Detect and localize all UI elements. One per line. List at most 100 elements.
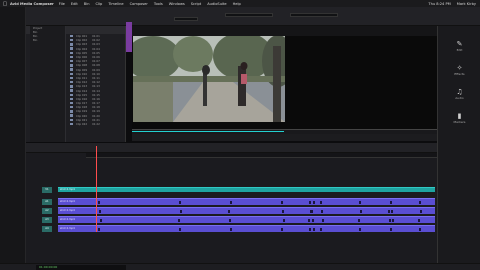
track-label-v1[interactable]: V1 xyxy=(42,187,52,193)
clip-icon xyxy=(70,93,73,96)
track-label-a2[interactable]: A2 xyxy=(42,208,52,214)
right-panel: ✎ Edit ✧ Effects ♫ Audio ▮ Markers xyxy=(437,26,480,270)
clip-icon xyxy=(70,72,73,75)
status-timecode: 01:00:00:00 xyxy=(36,265,126,270)
audio-icon: ♫ xyxy=(456,88,463,96)
waveform-mark xyxy=(178,219,180,222)
clip-icon xyxy=(70,114,73,117)
audio-track-clip[interactable]: shot 4.mp4 xyxy=(58,216,435,223)
audio-track-clip[interactable]: shot 4.mp4 xyxy=(58,225,435,232)
waveform-mark xyxy=(359,228,361,231)
waveform-mark xyxy=(321,210,323,213)
clip-icon xyxy=(70,60,73,63)
menu-composer[interactable]: Composer xyxy=(130,2,148,6)
effects-tool[interactable]: ✧ Effects xyxy=(438,64,480,76)
status-bar: 01:00:00:00 xyxy=(0,263,480,270)
waveform-mark xyxy=(179,201,181,204)
waveform-mark xyxy=(283,219,285,222)
waveform-mark xyxy=(419,201,421,204)
clip-icon xyxy=(70,110,73,113)
waveform-mark xyxy=(388,210,390,213)
clip-icon xyxy=(70,68,73,71)
waveform-mark xyxy=(308,219,310,222)
waveform-mark xyxy=(309,201,311,204)
timeline-playhead[interactable] xyxy=(96,146,97,232)
transport-controls[interactable] xyxy=(132,134,437,141)
waveform-mark xyxy=(281,228,283,231)
clip-icon xyxy=(70,122,73,126)
menu-bin[interactable]: Bin xyxy=(84,2,90,6)
audio-track-clip[interactable]: shot 4.mp4 xyxy=(58,207,435,214)
track-label-a4[interactable]: A4 xyxy=(42,226,52,232)
waveform-mark xyxy=(313,201,315,204)
waveform-mark xyxy=(419,228,421,231)
audio-clip-name: shot 4.mp4 xyxy=(60,218,75,221)
effects-icon: ✧ xyxy=(456,64,463,72)
menu-help[interactable]: Help xyxy=(233,2,241,6)
project-panel: Project Bin Bin Bin xyxy=(30,26,66,142)
duration-field[interactable] xyxy=(290,13,338,17)
audio-tool[interactable]: ♫ Audio xyxy=(438,88,480,100)
waveform-mark xyxy=(320,228,322,231)
clip-icon xyxy=(70,97,73,101)
menu-script[interactable]: Script xyxy=(191,2,201,6)
waveform-mark xyxy=(179,228,181,231)
clip-icon xyxy=(70,106,73,109)
audio-clip-name: shot 4.mp4 xyxy=(60,200,75,203)
waveform-mark xyxy=(100,219,102,222)
clip-icon xyxy=(70,34,73,38)
edit-label: Edit xyxy=(456,48,463,52)
clip-icon xyxy=(70,118,73,122)
waveform-mark xyxy=(390,228,392,231)
markers-label: Markers xyxy=(453,120,466,124)
menu-windows[interactable]: Windows xyxy=(169,2,185,6)
track-label-a3[interactable]: A3 xyxy=(42,217,52,223)
waveform-mark xyxy=(313,228,315,231)
timecode-ruler[interactable] xyxy=(86,153,437,158)
markers-tool[interactable]: ▮ Markers xyxy=(438,112,480,124)
timeline-panel: V1 shot 4.mp4 A1 shot 4.mp4 A2 shot 4.mp… xyxy=(26,153,437,263)
sequence-field[interactable] xyxy=(174,17,198,21)
clip-icon xyxy=(70,39,73,42)
menu-edit[interactable]: Edit xyxy=(71,2,78,6)
waveform-mark xyxy=(180,210,182,213)
clip-timecode: 01:22 xyxy=(92,122,100,127)
waveform-mark xyxy=(99,210,101,213)
clip-name: Clip 022 xyxy=(76,122,88,127)
clip-icon xyxy=(70,55,73,59)
clip-icon xyxy=(70,47,73,50)
menubar-status: Thu 8:24 PM Mark Kirby xyxy=(428,2,480,6)
timecode-field[interactable] xyxy=(225,13,273,17)
video-frame xyxy=(133,36,285,122)
menu-timeline[interactable]: Timeline xyxy=(108,2,123,6)
waveform-mark xyxy=(281,201,283,204)
clip-icon xyxy=(70,101,73,105)
waveform-mark xyxy=(230,201,232,204)
clip-icon xyxy=(70,76,73,80)
app-name-menu[interactable]: Avid Media Composer xyxy=(10,2,54,6)
waveform-mark xyxy=(389,219,391,222)
menu-tools[interactable]: Tools xyxy=(154,2,163,6)
user-name[interactable]: Mark Kirby xyxy=(457,2,476,6)
waveform-mark xyxy=(360,210,362,213)
video-track-clip[interactable]: shot 4.mp4 xyxy=(58,187,435,192)
menu-audiosuite[interactable]: AudioSuite xyxy=(207,2,226,6)
clip-icon xyxy=(70,51,73,55)
track-label-a1[interactable]: A1 xyxy=(42,199,52,205)
timeline-toolbar[interactable] xyxy=(26,143,437,153)
menu-clip[interactable]: Clip xyxy=(96,2,103,6)
waveform-mark xyxy=(282,210,284,213)
edit-icon: ✎ xyxy=(456,40,463,48)
audio-track-clip[interactable]: shot 4.mp4 xyxy=(58,198,435,205)
clip-icon xyxy=(70,85,73,88)
menu-file[interactable]: File xyxy=(59,2,65,6)
video-clip-name: shot 4.mp4 xyxy=(60,188,75,191)
apple-icon[interactable]:  xyxy=(0,1,10,7)
viewer-header xyxy=(132,26,437,36)
project-item[interactable]: Bin xyxy=(30,38,65,42)
waveform-mark xyxy=(358,219,360,222)
waveform-mark xyxy=(392,219,394,222)
waveform-mark xyxy=(311,210,313,213)
edit-tool[interactable]: ✎ Edit xyxy=(438,40,480,52)
clip-icon xyxy=(70,80,73,84)
